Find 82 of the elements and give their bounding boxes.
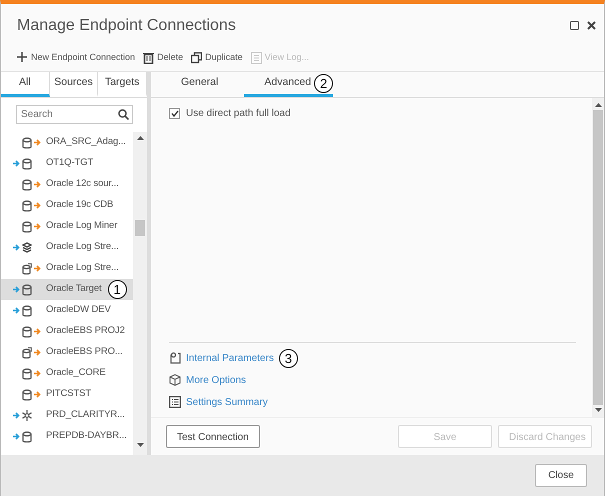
endpoint-item[interactable]: PREPDB-DAYBR...	[1, 426, 133, 447]
search-field[interactable]: Search	[16, 105, 133, 124]
action-button[interactable]: Test Connection	[166, 425, 260, 448]
toolbar-button[interactable]: Duplicate	[191, 51, 243, 65]
endpoint-item[interactable]: ORA_SRC_Adag...	[1, 132, 133, 153]
arrow-icon	[34, 349, 41, 356]
database-icon	[22, 200, 32, 212]
scroll-up-icon	[136, 136, 144, 140]
database-icon	[22, 368, 32, 380]
arrow-icon	[34, 391, 41, 398]
gear-icon	[169, 352, 181, 364]
cube-icon	[169, 374, 181, 386]
callout-marker: 3	[278, 348, 298, 368]
endpoint-item[interactable]: Oracle Log Stre...	[1, 237, 133, 258]
close-icon	[587, 21, 596, 30]
toolbar-button[interactable]: New Endpoint Connection	[17, 51, 136, 65]
database-icon	[22, 262, 32, 274]
arrow-icon	[13, 412, 20, 419]
detail-tab[interactable]: Advanced 2	[244, 72, 334, 97]
settings-link[interactable]: Settings Summary	[186, 394, 268, 410]
toolbar-button[interactable]: Delete	[143, 51, 184, 65]
detail-tab[interactable]: General	[161, 72, 238, 97]
endpoint-item[interactable]: Oracle_CORE	[1, 363, 133, 384]
endpoint-item[interactable]: OT1Q-TGT	[1, 153, 133, 174]
arrow-icon	[13, 160, 20, 167]
window-title: Manage Endpoint Connections	[17, 16, 237, 36]
option-label: Use direct path full load	[186, 107, 291, 121]
arrow-icon	[34, 328, 41, 335]
database-icon	[22, 304, 32, 316]
endpoint-item[interactable]: OracleEBS PROJ2	[1, 321, 133, 342]
settings-link[interactable]: More Options	[186, 372, 246, 388]
layers-icon	[22, 242, 32, 254]
arrow-icon	[13, 244, 20, 251]
endpoint-item[interactable]: Oracle Target 1	[1, 279, 133, 300]
filter-tab[interactable]: All	[1, 72, 50, 97]
arrow-icon	[34, 370, 41, 377]
database-icon	[22, 178, 32, 190]
document-icon	[250, 52, 262, 64]
search-icon	[118, 109, 129, 120]
settings-link[interactable]: Internal Parameters	[186, 350, 274, 366]
arrow-icon	[34, 139, 41, 146]
endpoint-item[interactable]: PITCSTST	[1, 384, 133, 405]
arrow-icon	[34, 181, 41, 188]
snowflake-icon	[22, 410, 32, 422]
callout-marker: 1	[108, 280, 127, 299]
database-icon	[22, 284, 32, 296]
maximize-icon	[570, 21, 579, 30]
database-icon	[22, 326, 32, 338]
endpoint-item[interactable]: OracleDW DEV	[1, 300, 133, 321]
scroll-thumb[interactable]	[593, 110, 603, 405]
arrow-icon	[13, 307, 20, 314]
scroll-up-icon	[594, 103, 602, 107]
scroll-down-icon	[594, 408, 602, 412]
list-icon	[169, 396, 181, 408]
database-icon	[22, 430, 32, 442]
arrow-icon	[13, 286, 20, 293]
database-icon	[22, 220, 32, 232]
arrow-icon	[13, 433, 20, 440]
plus-icon	[17, 52, 28, 64]
scrollbar[interactable]	[133, 132, 147, 455]
endpoint-item[interactable]: Oracle 12c sour...	[1, 174, 133, 195]
database-icon	[22, 388, 32, 400]
endpoint-item[interactable]: PRD_CLARITYR...	[1, 405, 133, 426]
check-icon	[170, 110, 178, 117]
arrow-icon	[34, 202, 41, 209]
endpoint-item[interactable]: Oracle Log Stre...	[1, 258, 133, 279]
arrow-icon	[34, 265, 41, 272]
endpoint-item[interactable]: Oracle Log Miner	[1, 216, 133, 237]
scroll-thumb[interactable]	[135, 220, 145, 236]
copy-icon	[191, 52, 202, 64]
endpoint-item[interactable]: Oracle 19c CDB	[1, 195, 133, 216]
database-icon	[22, 136, 32, 148]
checkbox[interactable]	[169, 108, 180, 119]
database-icon	[22, 346, 32, 358]
scroll-down-icon	[136, 443, 144, 447]
scrollbar[interactable]	[592, 98, 604, 417]
arrow-icon	[34, 223, 41, 230]
trash-icon	[143, 52, 154, 64]
close-dialog-button[interactable]: Close	[535, 464, 587, 487]
callout-marker: 2	[314, 74, 334, 92]
endpoint-item[interactable]: OracleEBS PRO...	[1, 342, 133, 363]
database-icon	[22, 158, 32, 170]
